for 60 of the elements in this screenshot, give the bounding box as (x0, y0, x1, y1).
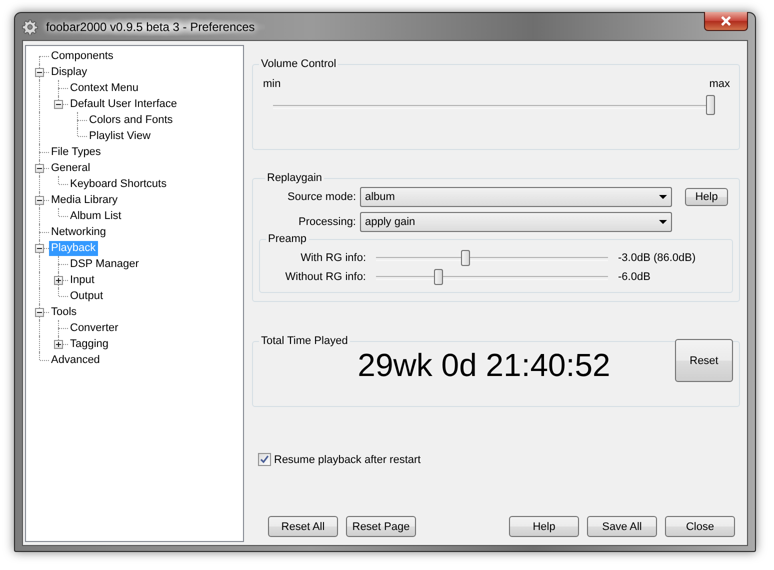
tree-item[interactable]: General (49, 160, 92, 176)
dropdown[interactable]: album (360, 187, 672, 207)
group-title: Replaygain (266, 172, 324, 184)
caret-icon (659, 195, 667, 199)
slider-thumb[interactable] (460, 250, 470, 266)
tree-item[interactable]: Input (68, 272, 96, 288)
tree-item[interactable]: Media Library (49, 192, 120, 208)
field-label: Processing: (298, 216, 357, 228)
tree-item[interactable]: Components (49, 48, 116, 64)
expand-icon[interactable] (54, 340, 63, 349)
time-played: 29wk 0d 21:40:52 (356, 347, 612, 384)
collapse-icon[interactable] (35, 164, 44, 173)
footer-button[interactable]: Reset Page (346, 516, 416, 537)
caret-icon (659, 220, 667, 224)
collapse-icon[interactable] (35, 68, 44, 77)
footer-button[interactable]: Help (509, 516, 579, 537)
tree-item[interactable]: Context Menu (68, 80, 140, 96)
help-button[interactable]: Help (685, 188, 728, 206)
tree-item[interactable]: Advanced (49, 352, 102, 368)
footer-button[interactable]: Save All (587, 516, 657, 537)
tree-item[interactable]: Networking (49, 224, 108, 240)
tree-item[interactable]: Display (49, 64, 90, 80)
checkbox[interactable] (258, 453, 271, 466)
collapse-icon[interactable] (35, 196, 44, 205)
checkbox-label: Resume playback after restart (274, 454, 421, 466)
tree-item[interactable]: Converter (68, 320, 120, 336)
slider-thumb[interactable] (434, 268, 443, 284)
group-title: Volume Control (260, 58, 338, 70)
tree-item[interactable]: DSP Manager (68, 256, 141, 272)
collapse-icon[interactable] (35, 244, 44, 253)
collapse-icon[interactable] (35, 308, 44, 317)
group-title: Total Time Played (260, 335, 349, 347)
tree-item[interactable]: File Types (49, 144, 103, 160)
dropdown[interactable]: apply gain (360, 212, 672, 232)
min-label: min (263, 78, 281, 90)
tree-item[interactable]: Tools (49, 304, 79, 320)
slider[interactable] (273, 95, 715, 117)
tree-item[interactable]: Colors and Fonts (87, 112, 175, 128)
expand-icon[interactable] (54, 276, 63, 285)
tree-item[interactable]: Output (68, 288, 106, 304)
close-button[interactable] (704, 12, 748, 31)
footer-button[interactable]: Reset All (268, 516, 338, 537)
field-label: Source mode: (286, 191, 357, 203)
gear-icon (22, 18, 38, 34)
max-label: max (709, 78, 730, 90)
tree-item[interactable]: Playlist View (87, 128, 153, 144)
tree-item[interactable]: Tagging (68, 336, 111, 352)
slider-label: Without RG info: (284, 270, 367, 282)
slider-label: With RG info: (300, 252, 367, 264)
slider-thumb[interactable] (706, 95, 715, 115)
group-title: Preamp (267, 233, 308, 245)
footer-button[interactable]: Close (665, 516, 735, 537)
tree-item[interactable]: Default User Interface (68, 96, 179, 112)
slider-reading: -3.0dB (86.0dB) (618, 252, 696, 264)
collapse-icon[interactable] (54, 100, 63, 109)
close-icon (720, 16, 732, 26)
slider-reading: -6.0dB (618, 270, 650, 282)
tree-item[interactable]: Keyboard Shortcuts (68, 176, 169, 192)
reset-button[interactable]: Reset (675, 339, 733, 382)
tree-item[interactable]: Album List (68, 208, 124, 224)
